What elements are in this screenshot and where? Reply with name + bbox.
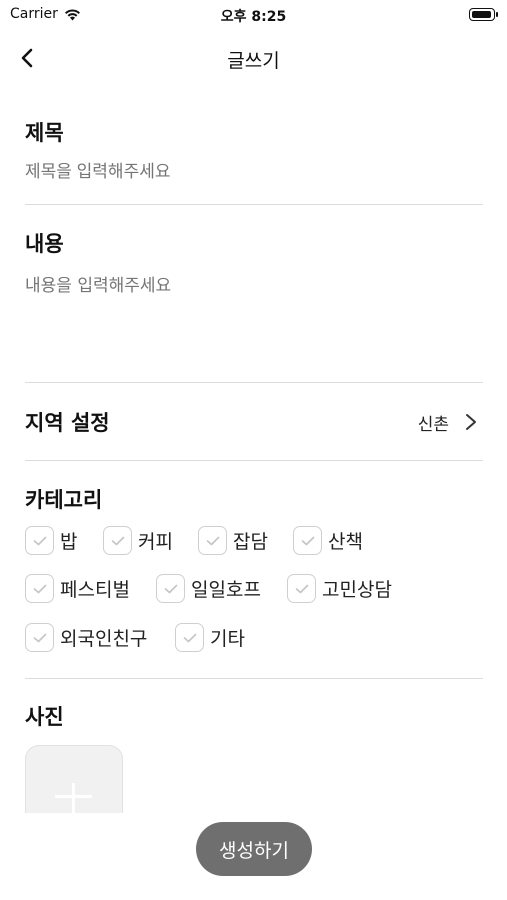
photo-section-label: 사진 [25, 705, 64, 729]
checkbox[interactable] [175, 623, 204, 652]
category-label: 고민상담 [322, 579, 392, 601]
category-section-label: 카테고리 [25, 488, 103, 512]
category-item-foreign-friend[interactable]: 외국인친구 [25, 623, 147, 652]
category-label: 커피 [138, 531, 173, 553]
battery-icon [469, 8, 498, 21]
content-section-label: 내용 [25, 232, 64, 256]
title-input[interactable] [25, 162, 465, 182]
category-item-walk[interactable]: 산책 [293, 526, 363, 555]
category-label: 밥 [60, 531, 78, 553]
category-item-counseling[interactable]: 고민상담 [287, 574, 392, 603]
check-icon [301, 536, 314, 545]
check-icon [33, 584, 46, 593]
status-bar: Carrier 오후 8:25 [0, 0, 507, 30]
chevron-right-icon [466, 414, 476, 430]
checkbox[interactable] [25, 574, 54, 603]
divider [25, 460, 483, 461]
checkbox[interactable] [287, 574, 316, 603]
check-icon [206, 536, 219, 545]
checkbox[interactable] [25, 623, 54, 652]
region-value[interactable]: 신촌 [418, 410, 449, 435]
category-label: 페스티벌 [60, 579, 130, 601]
checkbox[interactable] [198, 526, 227, 555]
category-item-festival[interactable]: 페스티벌 [25, 574, 130, 603]
check-icon [164, 584, 177, 593]
category-item-etc[interactable]: 기타 [175, 623, 245, 652]
divider [25, 382, 483, 383]
category-item-coffee[interactable]: 커피 [103, 526, 173, 555]
checkbox[interactable] [25, 526, 54, 555]
region-chevron-button[interactable] [463, 411, 479, 433]
nav-bar: 글쓰기 [0, 36, 507, 80]
category-item-chat[interactable]: 잡담 [198, 526, 268, 555]
create-button[interactable]: 생성하기 [196, 822, 312, 876]
check-icon [33, 536, 46, 545]
status-time: 오후 8:25 [220, 9, 287, 25]
category-item-one-day-pub[interactable]: 일일호프 [156, 574, 261, 603]
category-label: 산책 [328, 531, 363, 553]
add-photo-button[interactable] [25, 745, 123, 815]
divider [25, 204, 483, 205]
checkbox[interactable] [156, 574, 185, 603]
category-label: 일일호프 [191, 579, 261, 601]
check-icon [111, 536, 124, 545]
category-label: 기타 [210, 628, 245, 650]
category-item-rice[interactable]: 밥 [25, 526, 77, 555]
title-section-label: 제목 [25, 121, 64, 145]
checkbox[interactable] [103, 526, 132, 555]
checkbox[interactable] [293, 526, 322, 555]
check-icon [295, 584, 308, 593]
check-icon [33, 633, 46, 642]
divider [25, 678, 483, 679]
content-textarea[interactable] [25, 271, 465, 371]
check-icon [183, 633, 196, 642]
category-label: 잡담 [233, 531, 268, 553]
category-label: 외국인친구 [60, 628, 148, 650]
page-title: 글쓰기 [227, 50, 280, 72]
region-section-label: 지역 설정 [25, 411, 110, 435]
